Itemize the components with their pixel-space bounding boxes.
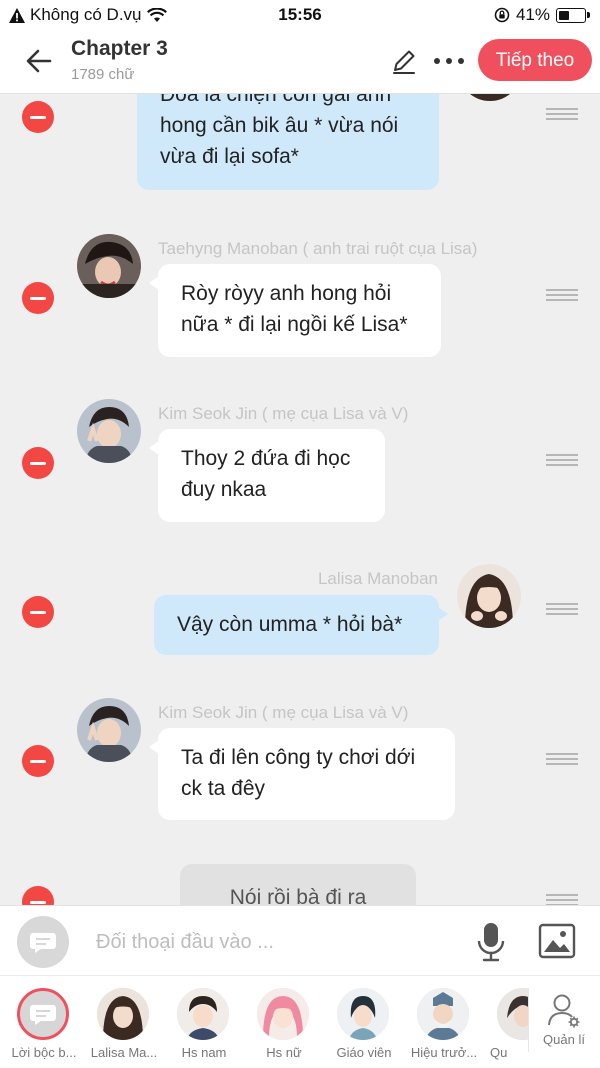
battery-fill (559, 10, 569, 20)
drag-handle[interactable] (546, 894, 578, 905)
character-teacher[interactable]: Giáo viên (324, 986, 404, 1066)
delete-message-button[interactable] (22, 101, 54, 133)
character-partial[interactable]: Qu (484, 986, 528, 1066)
battery-icon (556, 7, 590, 23)
message-line: Ròy ròyy anh hong hỏi (181, 282, 392, 305)
speaker-name: Lalisa Manoban (317, 569, 438, 588)
drag-handle[interactable] (546, 753, 578, 767)
message-line: đuy nkaa (181, 478, 267, 501)
battery-percent: 41% (515, 5, 550, 24)
delete-message-button[interactable] (22, 282, 54, 314)
narration-toggle-button[interactable] (17, 916, 69, 968)
next-button[interactable]: Tiếp theo (478, 39, 592, 81)
character-lisa[interactable]: Lalisa Ma... (84, 986, 164, 1066)
message-line: Ta đi lên công ty chơi dới (181, 746, 416, 769)
image-icon (538, 923, 576, 959)
seokjin-avatar[interactable] (77, 399, 141, 463)
lisa-avatar (97, 988, 149, 1040)
microphone-icon (477, 923, 505, 962)
word-count: 1789 chữ (71, 66, 135, 83)
message-line: hong cần bik âu * vừa nói (160, 114, 399, 137)
character-label: Giáo viên (336, 1045, 392, 1060)
insert-image-button[interactable] (538, 923, 576, 959)
message-line: Nói rồi bà đi ra ngoài (229, 886, 367, 905)
character-principal[interactable]: Hiệu trưở... (404, 986, 484, 1066)
manage-characters-button[interactable]: Quản lí (534, 986, 594, 1066)
character-male-student[interactable]: Hs nam (164, 986, 244, 1066)
dialogue-input[interactable] (94, 922, 438, 962)
message-line: Đoá là chiện con gái anh (160, 93, 392, 106)
female-student-avatar (257, 988, 309, 1040)
message-bubble[interactable]: Vậy còn umma * hỏi bà* (154, 595, 448, 655)
drag-handle[interactable] (546, 454, 578, 468)
status-right: 41% (494, 5, 590, 25)
delete-message-button[interactable] (22, 447, 54, 479)
speaker-name: Kim Seok Jin ( mẹ cụa Lisa và V) (158, 703, 409, 722)
message-line: vừa đi lại sofa* (160, 145, 299, 168)
speaker-name: Kim Seok Jin ( mẹ cụa Lisa và V) (158, 404, 409, 423)
message-line: ck ta đêy (181, 777, 266, 800)
message-line: Thoy 2 đứa đi học (181, 447, 351, 470)
message-bubble[interactable]: Thoy 2 đứa đi học đuy nkaa (149, 429, 385, 522)
character-label: Lalisa Ma... (90, 1045, 158, 1060)
partial-avatar (497, 988, 528, 1040)
drag-handle[interactable] (546, 108, 578, 122)
manage-label: Quản lí (543, 1032, 585, 1047)
user-settings-icon (548, 994, 580, 1028)
microphone-button[interactable] (474, 920, 508, 964)
status-bar: Không có D.vụ 15:56 41% (0, 0, 600, 30)
message-bubble[interactable]: Ta đi lên công ty chơi dới ck ta đêy (149, 728, 455, 820)
character-label: Hs nữ (266, 1045, 302, 1060)
message-line: Vậy còn umma * hỏi bà* (177, 613, 403, 636)
character-label: Qu (490, 1045, 508, 1060)
character-narration[interactable]: Lời bộc b... (4, 986, 84, 1066)
input-bar (0, 905, 600, 976)
back-button[interactable] (22, 44, 56, 78)
divider (528, 988, 529, 1052)
drag-handle[interactable] (546, 603, 578, 617)
principal-avatar (417, 988, 469, 1040)
chat-area[interactable]: Đoá là chiện con gái anh hong cần bik âu… (0, 93, 600, 905)
chapter-title: Chapter 3 (71, 37, 168, 60)
narration-icon (17, 988, 69, 1040)
delete-message-button[interactable] (22, 745, 54, 777)
delete-message-button[interactable] (22, 886, 54, 905)
character-female-student[interactable]: Hs nữ (244, 986, 324, 1066)
character-label: Hs nam (181, 1045, 227, 1060)
delete-message-button[interactable] (22, 596, 54, 628)
more-options-button[interactable] (432, 47, 466, 75)
character-bar: Lời bộc b... Lalisa Ma... Hs nam Hs nữ G… (0, 975, 600, 1068)
character-label: Hiệu trưở... (410, 1045, 478, 1060)
message-bubble[interactable]: Ròy ròyy anh hong hỏi nữa * đi lại ngồi … (149, 264, 441, 357)
lisa-avatar[interactable] (458, 93, 522, 101)
male-student-avatar (177, 988, 229, 1040)
arrow-left-icon (26, 49, 52, 73)
chat-bubble-icon (30, 933, 56, 953)
message-line: nữa * đi lại ngồi kế Lisa* (181, 313, 408, 336)
chapter-header: Chapter 3 1789 chữ Tiếp theo (0, 30, 600, 94)
lisa-avatar[interactable] (457, 564, 521, 628)
teacher-avatar (337, 988, 389, 1040)
edit-button[interactable] (390, 47, 418, 75)
narration-bubble[interactable]: Nói rồi bà đi ra ngoài (180, 864, 416, 905)
pencil-icon (393, 50, 415, 74)
speaker-name: Taehyng Manoban ( anh trai ruột cụa Lisa… (158, 239, 478, 258)
seokjin-avatar[interactable] (77, 698, 141, 762)
character-label: Lời bộc b... (11, 1045, 77, 1060)
taehyung-avatar[interactable] (77, 234, 141, 298)
rotation-lock-icon (494, 7, 510, 23)
drag-handle[interactable] (546, 289, 578, 303)
more-dots-icon (434, 58, 464, 64)
message-bubble[interactable]: Đoá là chiện con gái anh hong cần bik âu… (137, 93, 439, 190)
